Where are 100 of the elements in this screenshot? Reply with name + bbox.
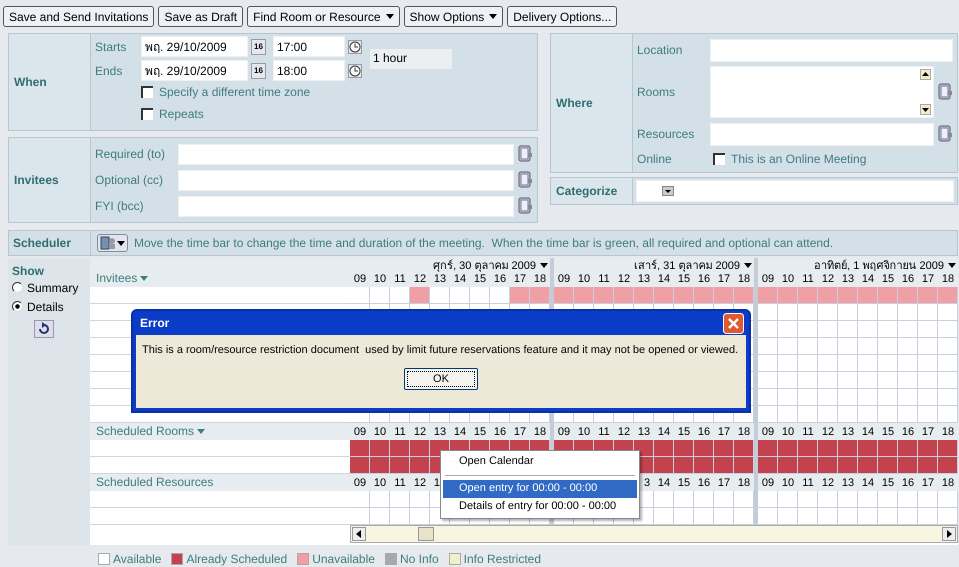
- ok-button[interactable]: OK: [404, 368, 478, 390]
- dropdown-icon[interactable]: [662, 186, 674, 196]
- time-field[interactable]: 18:00: [273, 60, 345, 81]
- hour-label: 12: [820, 425, 836, 440]
- hour-label: 10: [780, 425, 796, 440]
- date-header[interactable]: อาทิตย์, 1 พฤศจิกายน 2009: [814, 256, 944, 274]
- category-field[interactable]: [636, 180, 954, 202]
- close-icon[interactable]: [723, 312, 744, 334]
- section-label[interactable]: Scheduled Rooms: [96, 424, 194, 438]
- checkbox[interactable]: [713, 153, 725, 165]
- hour-label: 17: [920, 476, 936, 491]
- hour-label: 11: [801, 476, 815, 491]
- hour-label: 10: [372, 476, 388, 491]
- section-label[interactable]: Scheduled Resources: [96, 475, 214, 489]
- date-field[interactable]: พฤ. 29/10/2009: [141, 36, 248, 57]
- hour-label: 14: [860, 272, 876, 287]
- hour-label: 18: [736, 272, 752, 287]
- hour-label: 12: [412, 272, 428, 287]
- hour-label: 16: [900, 425, 916, 440]
- hour-label: 18: [532, 272, 548, 287]
- hour-label: 12: [412, 425, 428, 440]
- field-label: FYI (bcc): [95, 199, 145, 213]
- date-field[interactable]: พฤ. 29/10/2009: [141, 60, 248, 81]
- hour-label: 15: [472, 272, 488, 287]
- scroll-left-icon[interactable]: [352, 527, 366, 541]
- date-header[interactable]: เสาร์, 31 ตุลาคม 2009: [634, 256, 740, 274]
- hour-label: 18: [532, 425, 548, 440]
- clock-icon[interactable]: [348, 40, 362, 54]
- hour-label: 16: [696, 425, 712, 440]
- hour-label: 15: [880, 272, 896, 287]
- checkbox[interactable]: [141, 108, 153, 120]
- address-book-icon[interactable]: [937, 125, 953, 143]
- hour-label: 11: [597, 272, 611, 287]
- address-book-icon[interactable]: [517, 197, 533, 215]
- hour-label: 11: [801, 425, 815, 440]
- scroll-right-icon[interactable]: [942, 527, 956, 541]
- scheduler-options-button[interactable]: [97, 234, 128, 252]
- input-field[interactable]: [178, 144, 514, 164]
- hour-label: 14: [656, 272, 672, 287]
- menu-item[interactable]: Open entry for 00:00 - 00:00: [443, 480, 637, 498]
- input-field[interactable]: [710, 38, 953, 62]
- caret-icon: [948, 262, 956, 268]
- date-header[interactable]: ศุกร์, 30 ตุลาคม 2009: [433, 256, 536, 274]
- time-field[interactable]: 17:00: [273, 36, 345, 57]
- address-book-icon[interactable]: [937, 83, 953, 101]
- hour-label: 12: [616, 272, 632, 287]
- hour-label: 18: [736, 476, 752, 491]
- toolbar-button[interactable]: Find Room or Resource: [247, 6, 400, 27]
- hour-label: 17: [512, 425, 528, 440]
- toolbar-button[interactable]: Show Options: [404, 6, 504, 27]
- hour-label: 14: [656, 425, 672, 440]
- duration-field: 1 hour: [370, 48, 452, 68]
- refresh-icon[interactable]: [34, 320, 54, 338]
- legend-label: No Info: [400, 552, 439, 566]
- calendar-button[interactable]: 16: [251, 62, 266, 78]
- hour-label: 09: [352, 425, 368, 440]
- section-title: Scheduler: [9, 231, 91, 255]
- hour-label: 16: [900, 476, 916, 491]
- hour-label: 09: [556, 425, 572, 440]
- address-book-icon[interactable]: [517, 171, 533, 189]
- radio-button[interactable]: [12, 282, 23, 293]
- hour-label: 16: [492, 272, 508, 287]
- toolbar-button[interactable]: Save and Send Invitations: [3, 6, 154, 27]
- checkbox[interactable]: [141, 86, 153, 98]
- hour-label: 09: [556, 272, 572, 287]
- hour-label: 12: [820, 272, 836, 287]
- hour-label: 13: [840, 476, 856, 491]
- caret-icon: [744, 262, 752, 268]
- horizontal-scrollbar[interactable]: [350, 525, 958, 543]
- hour-label: 17: [716, 272, 732, 287]
- hour-label: 17: [716, 425, 732, 440]
- clock-icon[interactable]: [348, 64, 362, 78]
- radio-button[interactable]: [12, 301, 23, 312]
- hour-label: 15: [472, 425, 488, 440]
- calendar-button[interactable]: 16: [251, 38, 266, 54]
- input-field[interactable]: [178, 170, 514, 190]
- scroll-thumb[interactable]: [418, 527, 434, 541]
- hour-label: 13: [432, 425, 448, 440]
- legend-label: Info Restricted: [464, 552, 542, 566]
- hour-label: 12: [412, 476, 428, 491]
- legend-label: Already Scheduled: [186, 552, 288, 566]
- menu-item[interactable]: Details of entry for 00:00 - 00:00: [443, 498, 637, 516]
- toolbar-button[interactable]: Save as Draft: [158, 6, 244, 27]
- toolbar-button[interactable]: Delivery Options...: [507, 6, 618, 27]
- hour-label: 09: [352, 272, 368, 287]
- hour-label: 11: [801, 272, 815, 287]
- checkbox-label: This is an Online Meeting: [731, 152, 866, 166]
- scroll-down-icon[interactable]: [920, 104, 931, 115]
- input-field[interactable]: [178, 196, 514, 216]
- section-label[interactable]: Invitees: [96, 271, 138, 285]
- legend-label: Available: [113, 552, 162, 566]
- address-book-icon[interactable]: [517, 145, 533, 163]
- menu-item[interactable]: Open Calendar: [443, 453, 637, 471]
- hour-label: 09: [760, 476, 776, 491]
- hint-text: Move the time bar to change the time and duration of the meeting. When the time bar is green, all required and optional can attend.: [134, 236, 834, 250]
- rooms-field[interactable]: [710, 66, 934, 118]
- hour-label: 11: [393, 476, 407, 491]
- field-label: Rooms: [637, 85, 676, 99]
- input-field[interactable]: [710, 122, 934, 146]
- scroll-up-icon[interactable]: [920, 69, 931, 80]
